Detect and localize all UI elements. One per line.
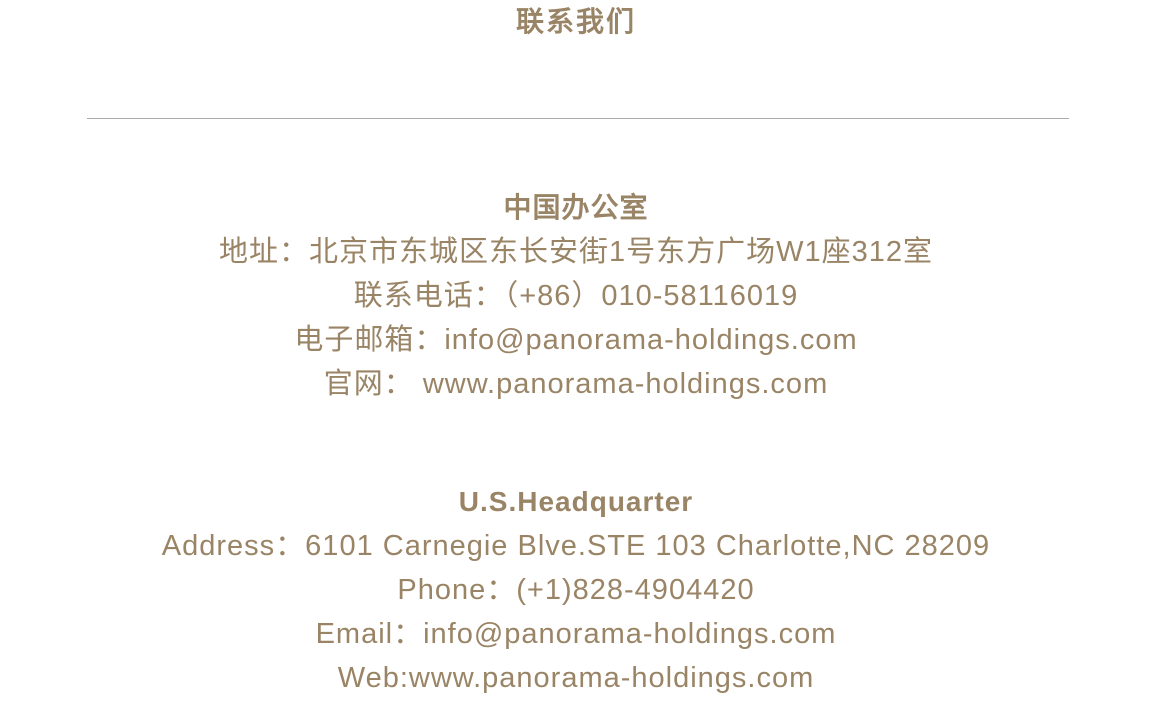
section-divider [87,118,1069,119]
us-office-website[interactable]: Web:www.panorama-holdings.com [0,656,1152,700]
china-office-phone: 联系电话：（+86）010-58116019 [353,280,799,312]
china-office-address: 地址：北京市东城区东长安街1号东方广场W1座312室 [218,236,933,268]
us-office-address: Address：6101 Carnegie Blve.STE 103 Charl… [161,530,991,562]
china-office-website[interactable]: 官网： www.panorama-holdings.com [0,362,1152,406]
us-office-heading: U.S.Headquarter [458,486,694,517]
china-office-email[interactable]: 电子邮箱：info@panorama-holdings.com [0,318,1152,362]
china-office-heading: 中国办公室 [503,192,649,223]
us-office-email[interactable]: Email：info@panorama-holdings.com [0,612,1152,656]
us-office-section: U.S.Headquarter Address：6101 Carnegie Bl… [0,480,1152,700]
page-title: 联系我们 [515,6,636,37]
us-office-phone: Phone：(+1)828-4904420 [397,574,755,606]
china-office-section: 中国办公室 地址：北京市东城区东长安街1号东方广场W1座312室 联系电话：（+… [0,186,1152,406]
